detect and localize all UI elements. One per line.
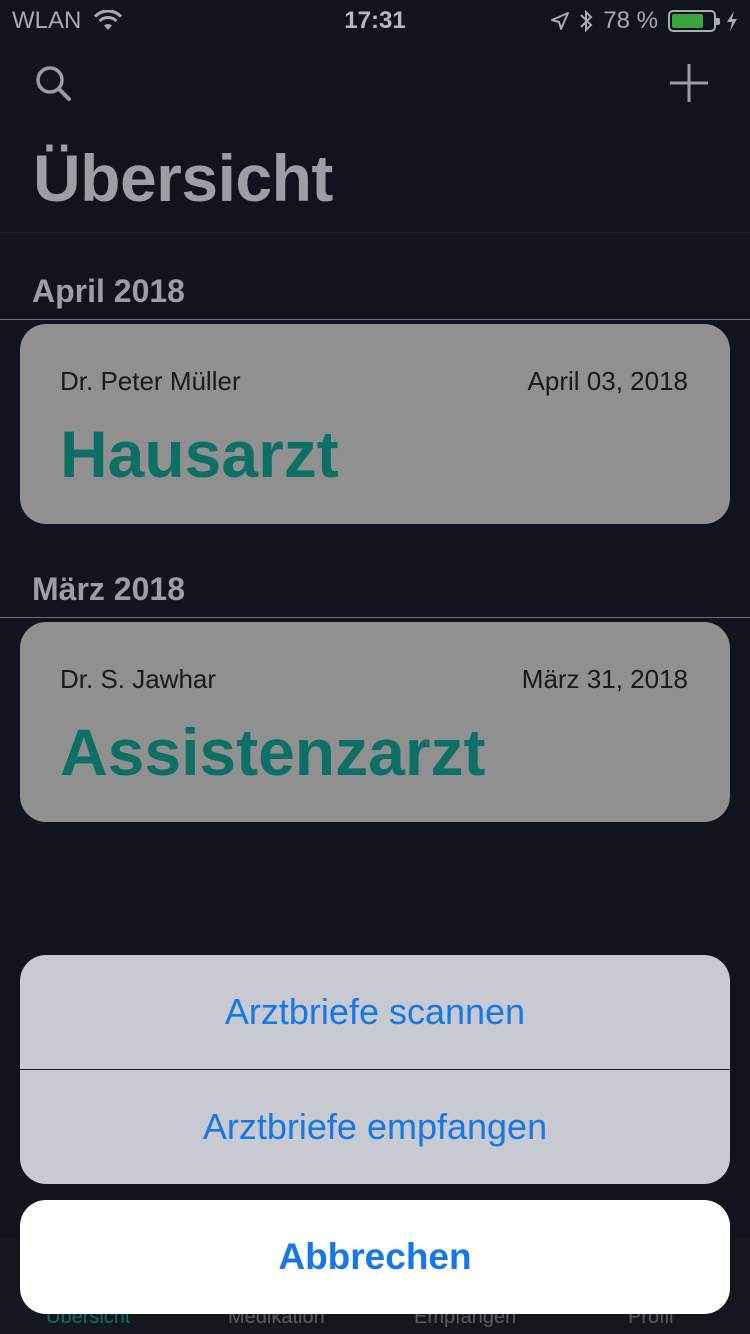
scan-letters-button[interactable]: Arztbriefe scannen [20, 955, 730, 1069]
card-doctor-type: Assistenzarzt [60, 715, 486, 789]
card-doctor-name: Dr. S. Jawhar [60, 664, 217, 694]
add-button[interactable] [668, 62, 710, 104]
search-icon [36, 66, 71, 101]
bluetooth-icon [580, 9, 593, 33]
section-divider [0, 617, 750, 618]
plus-icon [670, 64, 708, 102]
battery-icon [668, 10, 720, 32]
letter-card[interactable]: Dr. Peter Müller April 03, 2018 Hausarzt [20, 324, 730, 524]
section-divider [0, 319, 750, 320]
status-right: 78 % [551, 7, 738, 35]
letter-card[interactable]: Dr. S. Jawhar März 31, 2018 Assistenzarz… [20, 622, 730, 822]
action-sheet: Arztbriefe scannen Arztbriefe empfangen [20, 955, 730, 1184]
status-bar: WLAN 17:31 78 % [0, 0, 750, 40]
battery-fill [672, 14, 704, 28]
receive-letters-button[interactable]: Arztbriefe empfangen [20, 1070, 730, 1184]
cancel-button[interactable]: Abbrechen [20, 1200, 730, 1314]
card-date: März 31, 2018 [521, 664, 688, 694]
search-button[interactable] [34, 64, 74, 104]
card-doctor-type: Hausarzt [60, 417, 339, 491]
battery-percent: 78 % [603, 7, 658, 34]
card-doctor-name: Dr. Peter Müller [60, 366, 241, 396]
card-date: April 03, 2018 [527, 366, 688, 396]
location-arrow-icon [551, 12, 570, 30]
page-title: Übersicht [33, 141, 333, 215]
charging-bolt-icon [727, 11, 737, 31]
section-header-maerz: März 2018 [32, 571, 185, 607]
header-divider [0, 232, 750, 233]
section-header-april: April 2018 [32, 273, 185, 309]
